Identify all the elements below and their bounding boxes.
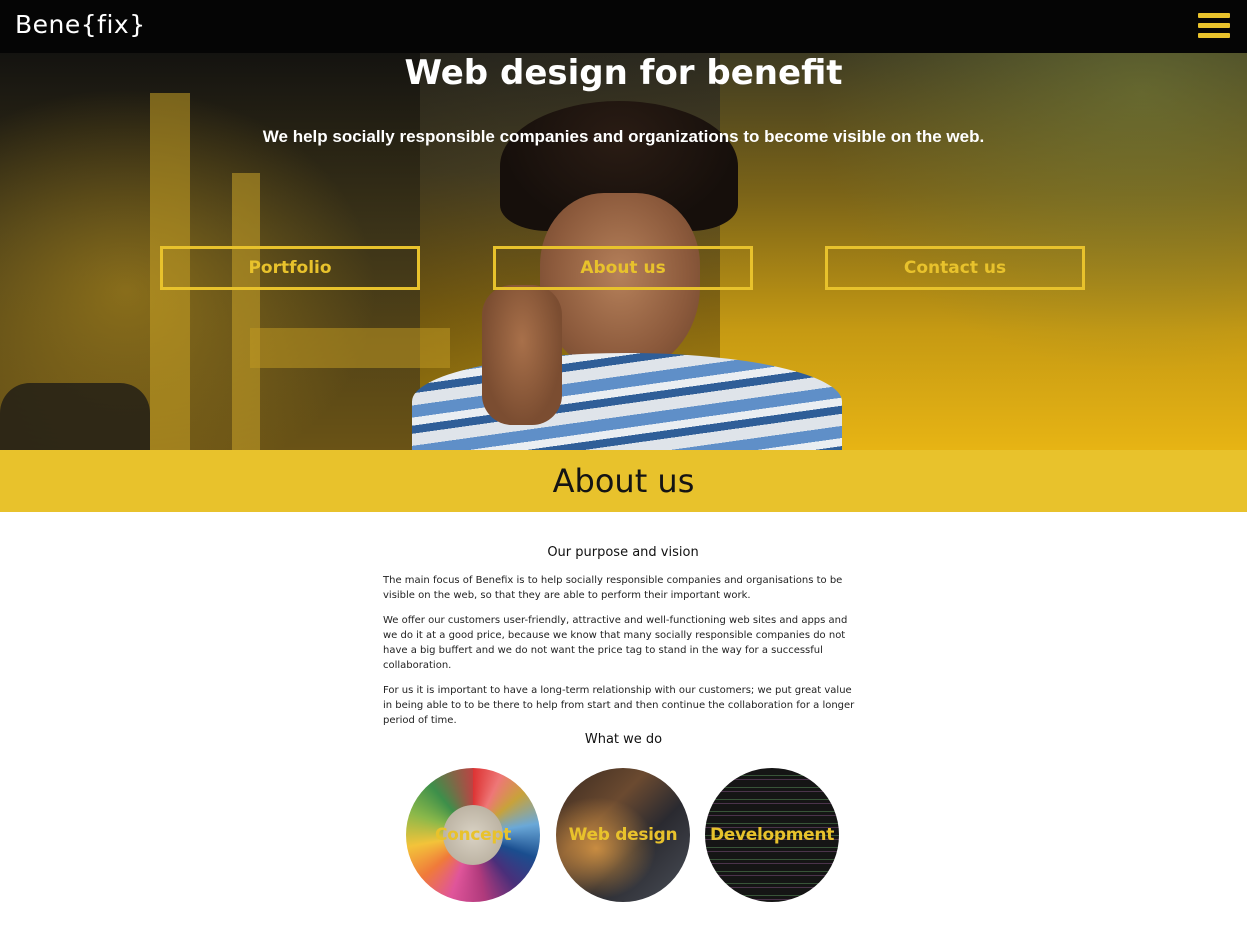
- site-logo[interactable]: Bene{fix}: [15, 10, 146, 39]
- about-us-button[interactable]: About us: [493, 246, 753, 290]
- about-paragraph: We offer our customers user-friendly, at…: [383, 615, 848, 671]
- hero-background-detail: [0, 383, 150, 450]
- hamburger-menu-icon[interactable]: [1198, 13, 1230, 38]
- about-heading: About us: [552, 462, 695, 500]
- purpose-title: Our purpose and vision: [547, 545, 699, 560]
- service-concept[interactable]: Concept: [406, 768, 540, 902]
- service-development[interactable]: Development: [705, 768, 839, 902]
- service-web-design[interactable]: Web design: [556, 768, 690, 902]
- about-paragraph: For us it is important to have a long-te…: [383, 685, 855, 726]
- portfolio-button[interactable]: Portfolio: [160, 246, 420, 290]
- contact-us-button[interactable]: Contact us: [825, 246, 1085, 290]
- service-label: Development: [709, 825, 835, 845]
- top-navigation-bar: Bene{fix}: [0, 0, 1247, 53]
- hero-subtitle: We help socially responsible companies a…: [262, 127, 985, 146]
- menu-line: [1198, 33, 1230, 38]
- hero-background-detail: [232, 173, 260, 450]
- about-heading-band: About us: [0, 450, 1247, 512]
- service-label: Concept: [434, 825, 512, 845]
- hero-background-detail: [250, 328, 450, 368]
- menu-line: [1198, 13, 1230, 18]
- hero-title: Web design for benefit: [404, 53, 843, 93]
- hero-photo-shirt: [412, 353, 842, 450]
- hero-photo-thumb: [482, 285, 562, 425]
- service-label: Web design: [568, 825, 678, 845]
- menu-line: [1198, 23, 1230, 28]
- what-we-do-title: What we do: [584, 732, 663, 747]
- about-paragraph: The main focus of Benefix is to help soc…: [383, 575, 843, 601]
- about-content: Our purpose and vision The main focus of…: [383, 545, 863, 738]
